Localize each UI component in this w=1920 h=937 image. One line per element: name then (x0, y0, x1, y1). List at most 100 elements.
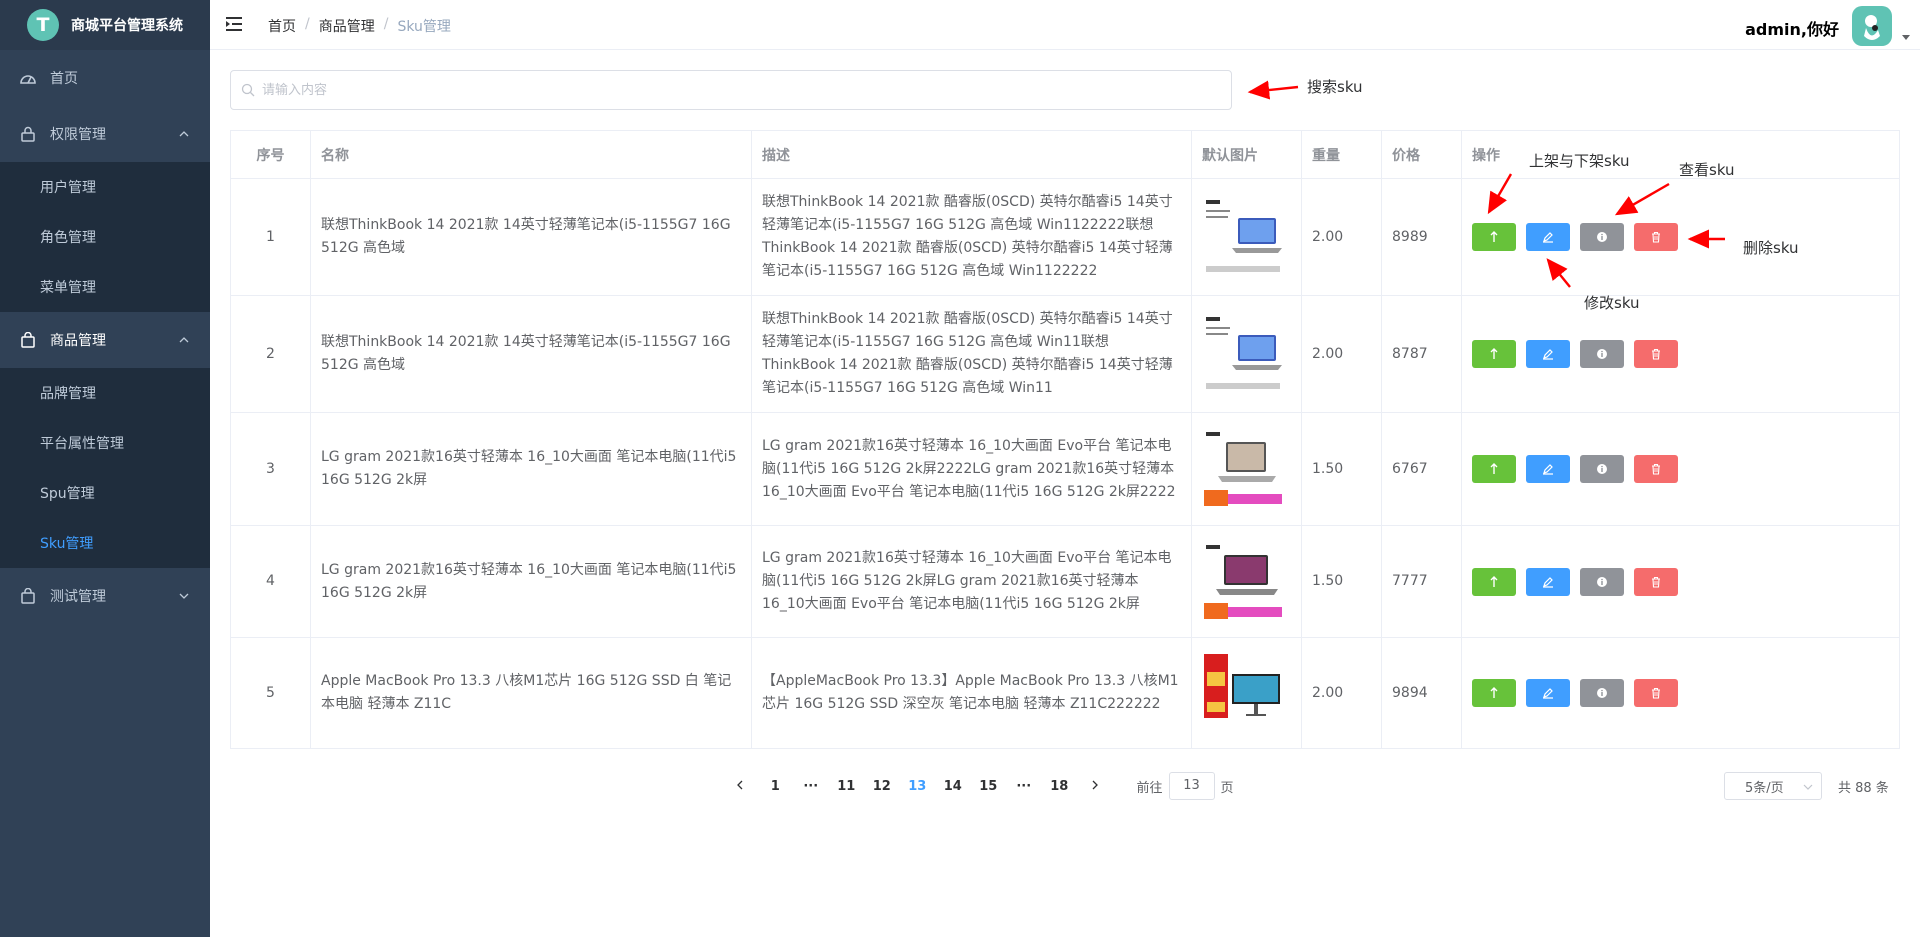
arrow-up-icon (1490, 348, 1498, 359)
edit-button[interactable] (1526, 223, 1570, 251)
sidebar-item-home[interactable]: 首页 (0, 50, 210, 106)
cell-image (1191, 525, 1302, 638)
edit-button[interactable] (1526, 567, 1570, 596)
edit-icon (1543, 232, 1553, 243)
arrow-up-icon (1490, 575, 1498, 587)
sidebar-item-attrs[interactable]: 平台属性管理 (0, 418, 210, 468)
table-row: 3 LG gram 2021款16英寸轻薄本 16_10大画面 笔记本电脑(11… (230, 412, 1900, 526)
cell-desc: LG gram 2021款16英寸轻薄本 16_10大画面 Evo平台 笔记本电… (751, 412, 1192, 526)
view-button[interactable] (1580, 340, 1624, 368)
prev-page-button[interactable] (722, 779, 758, 794)
onsale-button[interactable] (1472, 223, 1516, 251)
product-thumbnail (1202, 313, 1284, 395)
sidebar-group-products[interactable]: 商品管理 (0, 312, 210, 368)
cell-price: 7777 (1381, 525, 1462, 638)
cell-index: 2 (230, 295, 311, 413)
view-button[interactable] (1580, 455, 1624, 483)
breadcrumb-separator: / (383, 16, 389, 32)
cell-image (1191, 178, 1302, 296)
edit-button[interactable] (1526, 340, 1570, 368)
cell-weight: 1.50 (1301, 525, 1382, 638)
page-number[interactable]: 12 (864, 779, 900, 794)
onsale-button[interactable] (1472, 679, 1516, 707)
onsale-button[interactable] (1472, 455, 1516, 483)
sidebar-item-sku[interactable]: Sku管理 (0, 518, 210, 568)
page-number[interactable]: 18 (1042, 779, 1078, 794)
info-icon (1597, 688, 1607, 698)
avatar[interactable] (1852, 6, 1892, 46)
page-ellipsis[interactable]: ··· (793, 779, 829, 794)
chevron-right-icon (1092, 780, 1098, 789)
cell-image (1191, 412, 1302, 526)
page-number[interactable]: 14 (935, 779, 971, 794)
cell-name: LG gram 2021款16英寸轻薄本 16_10大画面 笔记本电脑(11代i… (310, 412, 752, 526)
app-logo[interactable]: T 商城平台管理系统 (0, 0, 210, 50)
table-row: 4 LG gram 2021款16英寸轻薄本 16_10大画面 笔记本电脑(11… (230, 525, 1900, 638)
cell-price: 8989 (1381, 178, 1462, 296)
cell-desc: 联想ThinkBook 14 2021款 酷睿版(0SCD) 英特尔酷睿i5 1… (751, 178, 1192, 296)
search-input[interactable] (262, 79, 1202, 101)
delete-button[interactable] (1634, 455, 1678, 483)
page-ellipsis[interactable]: ··· (1006, 779, 1042, 794)
onsale-button[interactable] (1472, 567, 1516, 596)
sidebar-group-permissions[interactable]: 权限管理 (0, 106, 210, 162)
edit-icon (1543, 576, 1553, 588)
page-number-current[interactable]: 13 (900, 779, 936, 794)
sidebar-item-users[interactable]: 用户管理 (0, 162, 210, 212)
col-name: 名称 (310, 130, 752, 179)
view-button[interactable] (1580, 223, 1624, 251)
sidebar-item-roles[interactable]: 角色管理 (0, 212, 210, 262)
cell-name: Apple MacBook Pro 13.3 八核M1芯片 16G 512G S… (310, 637, 752, 749)
breadcrumb: 首页 / 商品管理 / Sku管理 (268, 16, 451, 36)
caret-down-icon[interactable] (1902, 33, 1910, 41)
table-header-row: 序号 名称 描述 默认图片 重量 价格 操作 (230, 130, 1900, 179)
page-number[interactable]: 15 (971, 779, 1007, 794)
delete-button[interactable] (1634, 223, 1678, 251)
total-count: 共 88 条 (1838, 781, 1889, 796)
delete-button[interactable] (1634, 567, 1678, 596)
annotation-view: 查看sku (1679, 161, 1735, 179)
edit-button[interactable] (1526, 679, 1570, 707)
hamburger-icon[interactable] (226, 15, 244, 33)
table-row: 1 联想ThinkBook 14 2021款 14英寸轻薄笔记本(i5-1155… (230, 178, 1900, 296)
info-icon (1597, 464, 1607, 474)
breadcrumb-products[interactable]: 商品管理 (319, 16, 375, 36)
arrow-up-icon (1490, 463, 1498, 474)
arrow-up-icon (1490, 687, 1498, 698)
edit-button[interactable] (1526, 455, 1570, 483)
sku-table: 序号 名称 描述 默认图片 重量 价格 操作 1 联想ThinkBook 14 … (230, 130, 1900, 749)
cell-index: 3 (230, 412, 311, 526)
view-button[interactable] (1580, 567, 1624, 596)
lock-icon (20, 126, 36, 142)
info-icon (1597, 576, 1607, 587)
sidebar-item-menus[interactable]: 菜单管理 (0, 262, 210, 312)
user-greeting: admin,你好 (1745, 20, 1839, 39)
sidebar-group-label: 权限管理 (50, 127, 106, 143)
arrow-up-icon (1490, 231, 1498, 242)
page-size-select[interactable]: 5条/页 (1724, 772, 1822, 800)
dashboard-icon (20, 70, 36, 86)
pagination: 1 ··· 11 12 13 14 15 ··· 18 前往 13 页 (722, 772, 1234, 800)
chevron-down-icon (1803, 784, 1813, 790)
sidebar-submenu-permissions: 用户管理 角色管理 菜单管理 (0, 162, 210, 312)
cell-actions (1461, 412, 1900, 526)
onsale-button[interactable] (1472, 340, 1516, 368)
page-jump-input[interactable]: 13 (1168, 772, 1215, 800)
cell-actions (1461, 637, 1900, 749)
edit-icon (1543, 349, 1553, 360)
jump-prefix: 前往 (1136, 780, 1163, 796)
sidebar-item-brands[interactable]: 品牌管理 (0, 368, 210, 418)
view-button[interactable] (1580, 679, 1624, 707)
sidebar-item-spu[interactable]: Spu管理 (0, 468, 210, 518)
page-number[interactable]: 11 (829, 779, 865, 794)
delete-button[interactable] (1634, 340, 1678, 368)
logo-badge: T (27, 9, 59, 41)
sidebar-group-test[interactable]: 测试管理 (0, 568, 210, 624)
delete-button[interactable] (1634, 679, 1678, 707)
breadcrumb-separator: / (305, 16, 310, 32)
breadcrumb-home[interactable]: 首页 (268, 16, 296, 36)
next-page-button[interactable] (1077, 779, 1113, 794)
annotation-delete: 删除sku (1743, 239, 1799, 257)
page-number[interactable]: 1 (758, 779, 794, 794)
product-thumbnail (1202, 428, 1284, 510)
